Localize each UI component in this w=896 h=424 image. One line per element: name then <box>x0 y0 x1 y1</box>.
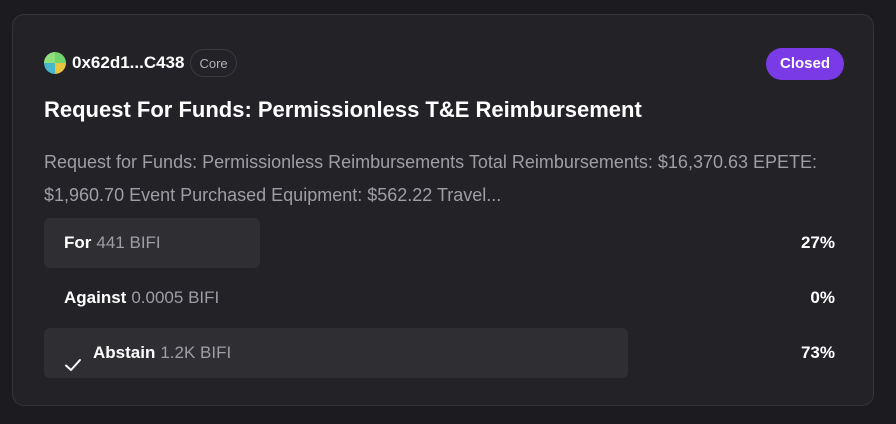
author-address[interactable]: 0x62d1...C438 <box>72 53 184 73</box>
vote-choice-label: For <box>64 233 92 252</box>
author-tag-badge: Core <box>190 49 237 77</box>
proposal-card[interactable]: 0x62d1...C438 Core Closed Request For Fu… <box>12 14 874 406</box>
vote-amount: 1.2K BIFI <box>160 343 232 362</box>
proposal-description: Request for Funds: Permissionless Reimbu… <box>44 152 818 205</box>
vote-amount: 0.0005 BIFI <box>131 288 220 307</box>
proposal-title[interactable]: Request For Funds: Permissionless T&E Re… <box>44 97 642 123</box>
vote-choice-label: Against <box>64 288 127 307</box>
vote-option-against: Against 0.0005 BIFI 0% <box>44 273 835 323</box>
vote-percent: 73% <box>800 343 835 362</box>
vote-percent: 0% <box>810 288 835 307</box>
vote-option-abstain: Abstain 1.2K BIFI 73% <box>44 328 835 378</box>
author-avatar <box>44 52 66 74</box>
status-badge: Closed <box>765 48 844 80</box>
vote-amount: 441 BIFI <box>96 233 161 252</box>
vote-choice-label: Abstain <box>93 343 156 362</box>
vote-option-for: For 441 BIFI 27% <box>44 218 835 268</box>
vote-percent: 27% <box>800 233 835 252</box>
proposal-header: 0x62d1...C438 Core <box>44 48 237 78</box>
check-icon <box>64 344 82 371</box>
